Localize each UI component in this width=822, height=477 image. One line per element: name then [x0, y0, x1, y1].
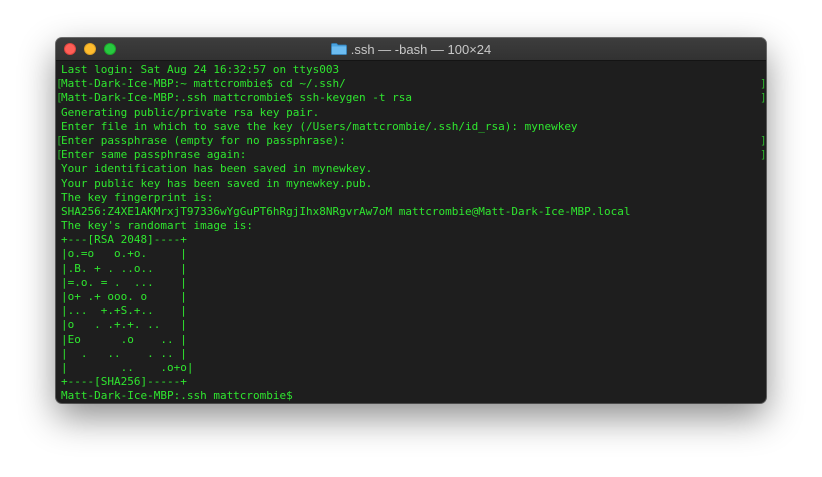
- terminal-line: Matt-Dark-Ice-MBP:.ssh mattcrombie$: [61, 389, 766, 403]
- terminal-line-text: Matt-Dark-Ice-MBP:.ssh mattcrombie$: [61, 389, 300, 403]
- terminal-line-text: SHA256:Z4XE1AKMrxjT97336wYgGuPT6hRgjIhx8…: [61, 204, 631, 218]
- terminal-line-text: Enter file in which to save the key (/Us…: [61, 119, 578, 133]
- terminal-line: Generating public/private rsa key pair.: [61, 106, 766, 120]
- terminal-line-text: Matt-Dark-Ice-MBP:.ssh mattcrombie$ ssh-…: [61, 91, 412, 105]
- terminal-line: [] Matt-Dark-Ice-MBP:~ mattcrombie$ cd ~/…: [56, 77, 766, 91]
- terminal-line-text: Your identification has been saved in my…: [61, 162, 373, 176]
- terminal-line-text: Enter same passphrase again:: [61, 148, 247, 162]
- terminal-line-text: Generating public/private rsa key pair.: [61, 105, 320, 119]
- window-title-container: .ssh — -bash — 100×24: [56, 38, 766, 60]
- terminal-line-text: Your public key has been saved in mynewk…: [61, 176, 373, 190]
- terminal-line: |o . .+.+. .. |: [61, 318, 766, 332]
- terminal-line: |... +.+S.+.. |: [61, 304, 766, 318]
- terminal-line: +----[SHA256]-----+: [61, 375, 766, 389]
- terminal-line: | .. .o+o|: [61, 361, 766, 375]
- terminal-line: [] Enter same passphrase again:: [56, 148, 766, 162]
- terminal-line: |Eo .o .. |: [61, 333, 766, 347]
- terminal-line: Your identification has been saved in my…: [61, 162, 766, 176]
- terminal-line-text: +---[RSA 2048]----+: [61, 233, 187, 247]
- mark-bracket-left: [: [56, 148, 63, 162]
- terminal-line: [] Enter passphrase (empty for no passphr…: [56, 133, 766, 148]
- title-bar[interactable]: .ssh — -bash — 100×24: [56, 38, 766, 61]
- terminal-line-text: |o . .+.+. .. |: [61, 318, 187, 332]
- terminal-line-text: |o.=o o.+o. |: [61, 247, 187, 261]
- terminal-line-text: The key's randomart image is:: [61, 219, 254, 233]
- terminal-line: SHA256:Z4XE1AKMrxjT97336wYgGuPT6hRgjIhx8…: [61, 205, 766, 219]
- terminal-line: | . .. . .. |: [61, 347, 766, 361]
- terminal-line-text: +----[SHA256]-----+: [61, 375, 187, 389]
- terminal-line: |o.=o o.+o. |: [61, 247, 766, 261]
- mark-bracket-right: ]: [760, 91, 766, 105]
- terminal-line-text: The key fingerprint is:: [61, 190, 214, 204]
- mark-bracket-left: [: [56, 77, 63, 91]
- terminal-line-text: |o+ .+ ooo. o |: [61, 290, 187, 303]
- mark-bracket-left: [: [56, 133, 63, 147]
- terminal-line-text: | . .. . .. |: [61, 346, 187, 360]
- mark-bracket-right: ]: [760, 77, 766, 91]
- terminal-line: Enter file in which to save the key (/Us…: [61, 120, 766, 134]
- terminal-line: |o+ .+ ooo. o |: [61, 290, 766, 304]
- terminal-line-text: |=.o. = . ... |: [61, 275, 187, 289]
- terminal-line-text: Last login: Sat Aug 24 16:32:57 on ttys0…: [61, 63, 340, 76]
- terminal-line: The key fingerprint is:: [61, 191, 766, 205]
- terminal-line: [] Matt-Dark-Ice-MBP:.ssh mattcrombie$ ss…: [56, 91, 766, 105]
- terminal-line-text: |Eo .o .. |: [61, 332, 187, 346]
- mark-bracket-left: [: [56, 91, 63, 105]
- terminal-line: The key's randomart image is:: [61, 219, 766, 233]
- terminal-line: Last login: Sat Aug 24 16:32:57 on ttys0…: [61, 63, 766, 77]
- terminal-line: |.B. + . ..o.. |: [61, 262, 766, 276]
- terminal-line-text: Enter passphrase (empty for no passphras…: [61, 133, 346, 147]
- terminal-output[interactable]: Last login: Sat Aug 24 16:32:57 on ttys0…: [56, 61, 766, 403]
- terminal-line: |=.o. = . ... |: [61, 276, 766, 290]
- text-cursor: [299, 390, 306, 402]
- terminal-line-text: |... +.+S.+.. |: [61, 304, 187, 318]
- window-title: .ssh — -bash — 100×24: [350, 41, 492, 57]
- terminal-line: +---[RSA 2048]----+: [61, 233, 766, 247]
- folder-icon: [330, 43, 347, 55]
- terminal-line-text: | .. .o+o|: [61, 360, 194, 374]
- mark-bracket-right: ]: [760, 133, 766, 147]
- terminal-window: .ssh — -bash — 100×24 Last login: Sat Au…: [56, 38, 766, 403]
- terminal-line: Your public key has been saved in mynewk…: [61, 177, 766, 191]
- terminal-line-text: |.B. + . ..o.. |: [61, 261, 187, 275]
- mark-bracket-right: ]: [760, 148, 766, 162]
- terminal-line-text: Matt-Dark-Ice-MBP:~ mattcrombie$ cd ~/.s…: [61, 77, 346, 91]
